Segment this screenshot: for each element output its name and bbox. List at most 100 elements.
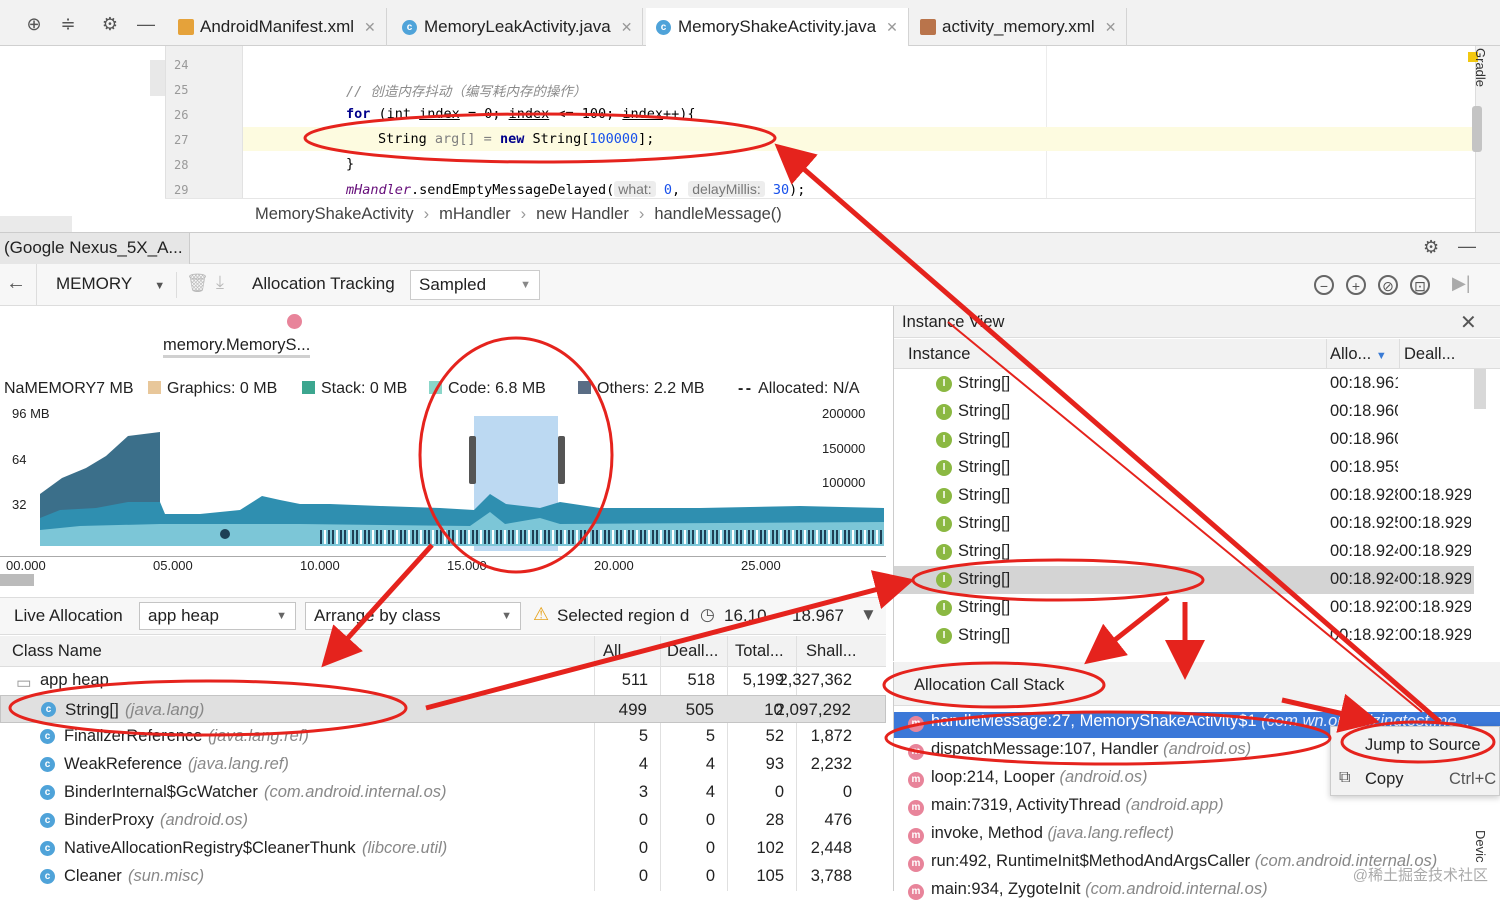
- table-row[interactable]: c BinderInternal$GcWatcher (com.android.in…: [0, 779, 886, 807]
- gc-event-bar: [616, 530, 618, 544]
- gear-icon[interactable]: ⚙: [1423, 237, 1439, 258]
- gc-event-bar: [720, 530, 722, 544]
- table-row[interactable]: c WeakReference (java.lang.ref) 4 4 93 2,232: [0, 751, 886, 779]
- close-icon[interactable]: ✕: [1460, 310, 1477, 335]
- frame-method: loop:214, Looper: [931, 768, 1055, 786]
- col-alloc-time[interactable]: Allo... ▼: [1330, 345, 1387, 364]
- instance-row[interactable]: I String[] 00:18.959: [894, 454, 1474, 482]
- breadcrumb-item[interactable]: handleMessage(): [654, 205, 782, 224]
- close-icon[interactable]: ✕: [621, 19, 633, 36]
- editor-scrollbar-thumb[interactable]: [1472, 106, 1482, 152]
- tab-android-manifest[interactable]: AndroidManifest.xml ✕: [168, 8, 387, 46]
- col-dealloc-time[interactable]: Deall...: [1404, 345, 1455, 364]
- zoom-out-icon[interactable]: −: [1314, 275, 1334, 295]
- tab-memory-shake-activity[interactable]: c MemoryShakeActivity.java ✕: [646, 8, 909, 48]
- legend-stack-text: Stack: 0 MB: [321, 380, 408, 397]
- gc-event-bar: [732, 530, 734, 544]
- menu-item-jump-to-source[interactable]: Jump to Source: [1331, 727, 1499, 763]
- time-range-start: 16.10: [724, 606, 767, 625]
- menu-item-copy[interactable]: ⧉ Copy Ctrl+C: [1331, 765, 1499, 795]
- breadcrumb-item[interactable]: MemoryShakeActivity: [255, 205, 414, 224]
- selection-right-handle[interactable]: [558, 436, 565, 484]
- table-row[interactable]: ▭ app heap 511 518 5,199 2,327,362: [0, 667, 886, 695]
- panel-scrollbar[interactable]: [0, 216, 72, 232]
- device-tab[interactable]: (Google Nexus_5X_A...: [0, 233, 190, 265]
- gc-event-bar: [500, 530, 502, 544]
- call-stack-frame[interactable]: m invoke, Method (java.lang.reflect): [894, 824, 1500, 850]
- col-class-name[interactable]: Class Name: [12, 642, 102, 661]
- gc-event-bar: [460, 530, 462, 544]
- col-deallocations[interactable]: Deall...: [667, 642, 718, 661]
- code-text: }: [346, 156, 355, 172]
- heap-dump-icon[interactable]: ⤓: [216, 272, 224, 293]
- instance-row[interactable]: I String[] 00:18.925 00:18.929: [894, 510, 1474, 538]
- chevron-right-icon: ›: [423, 205, 430, 223]
- tab-memory-leak-activity[interactable]: c MemoryLeakActivity.java ✕: [392, 8, 644, 46]
- instance-row[interactable]: I String[] 00:18.961: [894, 370, 1474, 398]
- instance-row[interactable]: I String[] 00:18.960: [894, 426, 1474, 454]
- line-number: 25: [174, 83, 189, 97]
- table-row[interactable]: c Cleaner (sun.misc) 0 0 105 3,788: [0, 863, 886, 891]
- code-swatch: [429, 381, 442, 394]
- tab-label: activity_memory.xml: [942, 17, 1095, 36]
- table-row[interactable]: c BinderProxy (android.os) 0 0 28 476: [0, 807, 886, 835]
- alloc-time: 00:18.925: [1330, 514, 1398, 532]
- minimize-icon[interactable]: —: [1458, 236, 1476, 257]
- back-arrow-icon[interactable]: ←: [6, 272, 26, 295]
- device-side-tab[interactable]: Devic: [1473, 830, 1488, 863]
- table-row[interactable]: c String[] (java.lang) 499 505 10 2,097,292: [0, 695, 886, 723]
- instance-row[interactable]: I String[] 00:18.921 00:18.929: [894, 622, 1474, 650]
- close-icon[interactable]: ✕: [1105, 19, 1117, 36]
- profiler-selector[interactable]: MEMORY ▼: [56, 274, 165, 294]
- line-number: 26: [174, 108, 189, 122]
- activity-event-dot[interactable]: [287, 314, 302, 329]
- call-stack-frame[interactable]: m main:7319, ActivityThread (android.app): [894, 796, 1500, 822]
- cell-dealloc: 5: [705, 727, 715, 745]
- breadcrumb-item[interactable]: mHandler: [439, 205, 511, 224]
- col-shallow-size[interactable]: Shall...: [806, 642, 856, 661]
- close-icon[interactable]: ✕: [364, 19, 376, 36]
- right-margin-guide: [1046, 46, 1047, 198]
- instance-row[interactable]: I String[] 00:18.960: [894, 398, 1474, 426]
- target-icon[interactable]: ⊕: [24, 14, 44, 34]
- col-instance[interactable]: Instance: [908, 345, 970, 364]
- keyword-for: for: [346, 106, 371, 122]
- code-editor[interactable]: 24 25 26 27 28 29 // 创造内存抖动（编写耗内存的操作） fo…: [165, 46, 1476, 198]
- filter-icon[interactable]: ▼: [860, 605, 877, 625]
- collapse-icon[interactable]: ≑: [58, 14, 78, 34]
- table-row[interactable]: c FinalizerReference (java.lang.ref) 5 5 52 1,…: [0, 723, 886, 751]
- gradle-side-tab[interactable]: Gradle: [1473, 48, 1488, 87]
- keyword-new: new: [499, 131, 525, 147]
- instance-row[interactable]: I String[] 00:18.923 00:18.929: [894, 594, 1474, 622]
- class-icon: c: [402, 19, 417, 35]
- reset-zoom-icon[interactable]: ⊘: [1378, 275, 1398, 295]
- sampling-dropdown[interactable]: Sampled ▼: [410, 270, 540, 300]
- tab-activity-memory-xml[interactable]: activity_memory.xml ✕: [910, 8, 1128, 46]
- gc-event-bar: [812, 530, 814, 544]
- breadcrumb-item[interactable]: new Handler: [536, 205, 629, 224]
- heap-dropdown[interactable]: app heap ▼: [139, 602, 296, 630]
- code-number: 0: [663, 182, 672, 198]
- minimize-icon[interactable]: —: [136, 14, 156, 34]
- gc-event-bar: [424, 530, 426, 544]
- memory-timeline[interactable]: memory.MemoryS... NaMEMORY7 MB Graphics:…: [0, 306, 886, 591]
- selection-left-handle[interactable]: [469, 436, 476, 484]
- frame-package: (android.os): [1059, 768, 1148, 786]
- instance-row[interactable]: I String[] 00:18.928 00:18.929: [894, 482, 1474, 510]
- instance-scrollbar[interactable]: [1474, 369, 1486, 409]
- instance-row[interactable]: I String[] 00:18.924 00:18.929: [894, 566, 1474, 594]
- col-total-count[interactable]: Total...: [735, 642, 784, 661]
- col-allocations[interactable]: All...: [603, 642, 635, 661]
- close-icon[interactable]: ✕: [886, 19, 898, 36]
- gear-icon[interactable]: ⚙: [100, 14, 120, 34]
- table-row[interactable]: c NativeAllocationRegistry$CleanerThunk (l…: [0, 835, 886, 863]
- zoom-in-icon[interactable]: +: [1346, 275, 1366, 295]
- zoom-to-selection-icon[interactable]: ⊡: [1410, 275, 1430, 295]
- go-live-icon[interactable]: ▶|: [1452, 273, 1471, 294]
- method-icon: m: [908, 828, 924, 844]
- timeline-scrollbar[interactable]: [0, 574, 34, 586]
- trash-icon[interactable]: 🗑: [186, 273, 209, 294]
- gc-event-marker[interactable]: [220, 529, 230, 539]
- instance-row[interactable]: I String[] 00:18.924 00:18.929: [894, 538, 1474, 566]
- arrange-dropdown[interactable]: Arrange by class ▼: [305, 602, 521, 630]
